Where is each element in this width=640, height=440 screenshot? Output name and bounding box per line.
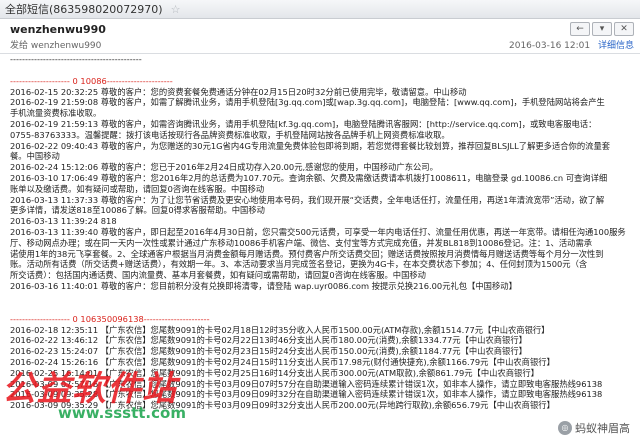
- section-header-10086: -------------------- 0 10086------------…: [10, 75, 173, 86]
- message-body: ----------------------------------------…: [10, 54, 632, 411]
- reply-icon[interactable]: ←: [570, 22, 590, 36]
- star-icon[interactable]: ☆: [171, 3, 181, 16]
- wechat-icon: ◎: [558, 421, 572, 435]
- message-line: 厅、移动网点办理；或在同一天内一次性或累计通过广东移动10086手机客户端、微信…: [10, 237, 593, 248]
- recipient-line: 发给 wenzhenwu990: [10, 41, 102, 51]
- message-line: 账。活动所有话费（所交话费+赠送话费），有效期一年。3、本活动要求当月完成签名登…: [10, 259, 588, 270]
- message-line: 2016-03-13 11:37:33 尊敬的客户：为了让您节省话费及更安心地使…: [10, 194, 605, 205]
- message-line: 2016-02-18 12:35:11 【广东农信】您尾数9091的卡号02月1…: [10, 324, 550, 335]
- message-line: 账单以及缴话费。如有疑问或帮助，请回复0咨询在线客服。中国移动: [10, 183, 265, 194]
- message-line: 手机流量资费标准收取。: [10, 108, 102, 119]
- message-line: 2016-02-23 15:24:07 【广东农信】您尾数9091的卡号02月2…: [10, 346, 527, 357]
- message-line: 2016-03-10 17:06:49 尊敬的客户：您2016年2月的总话费为1…: [10, 172, 608, 183]
- site-watermark-url: www.ssstt.com: [58, 404, 186, 422]
- details-link[interactable]: 详细信息: [598, 41, 634, 51]
- message-header: wenzhenwu990 发给 wenzhenwu990 ← ▾ ✕ 2016-…: [0, 19, 640, 54]
- separator-line: ----------------------------------------…: [10, 54, 142, 64]
- message-line: 2016-02-19 21:59:08 尊敬的客户，如需了解腾讯业务，请用手机登…: [10, 97, 605, 108]
- message-datetime: 2016-03-16 12:01: [509, 41, 591, 51]
- message-line: 2016-02-22 13:46:12 【广东农信】您尾数9091的卡号02月2…: [10, 335, 527, 346]
- message-toolbar: ← ▾ ✕: [570, 22, 634, 36]
- message-line: 2016-03-13 11:39:24 818: [10, 216, 117, 227]
- section-10086-messages: 2016-02-15 20:32:25 尊敬的客户：您的资费套餐免费通话分钟在0…: [10, 87, 632, 292]
- message-line: 0755-83763333。温馨提醒：拨打该电话按现行各品牌资费标准收取，手机登…: [10, 129, 450, 140]
- sender-name: wenzhenwu990: [10, 23, 106, 36]
- section-header-bank: -------------------- 0 106350096138-----…: [10, 313, 210, 324]
- message-meta: 2016-03-16 12:01 详细信息: [509, 38, 634, 51]
- close-icon[interactable]: ✕: [614, 22, 634, 36]
- chevron-down-icon[interactable]: ▾: [592, 22, 612, 36]
- site-watermark-logo: 公益软件站: [2, 369, 177, 409]
- message-line: 所交话费）：包括国内通话费、国内流量费、基本月套餐费，如有疑问或需帮助，请回复0…: [10, 270, 426, 281]
- message-line: 2016-03-13 11:39:40 尊敬的客户，即日起至2016年4月30日…: [10, 226, 626, 237]
- message-line: 更多详情，请发送818至10086了解。回复0得求客服帮助。中国移动: [10, 205, 265, 216]
- message-line: 2016-02-22 09:40:43 尊敬的客户，为您赠送的30元1G省内4G…: [10, 140, 611, 151]
- message-line: 餐。中国移动: [10, 151, 60, 162]
- window-titlebar: 全部短信(86359802007297​0) ☆: [0, 0, 640, 19]
- account-watermark: ◎ 蚂蚁神眉高: [558, 420, 630, 436]
- message-line: 2016-02-19 21:59:13 尊敬的客户，如需咨询腾讯业务，请用手机登…: [10, 118, 597, 129]
- message-line: 2016-03-16 11:40:01 尊敬的客户：您目前积分没有兑换即将清零，…: [10, 280, 517, 291]
- message-line: 诺使用1年的38元飞享套餐。2、全球通客户根据当月消费金额每月赠话费。预付费客户…: [10, 248, 604, 259]
- message-line: 2016-02-15 20:32:25 尊敬的客户：您的资费套餐免费通话分钟在0…: [10, 86, 467, 97]
- message-line: 2016-02-24 15:12:06 尊敬的客户：您已于2016年2月24日成…: [10, 162, 438, 173]
- account-watermark-text: 蚂蚁神眉高: [575, 422, 630, 435]
- window-title: 全部短信(86359802007297​0): [5, 3, 163, 16]
